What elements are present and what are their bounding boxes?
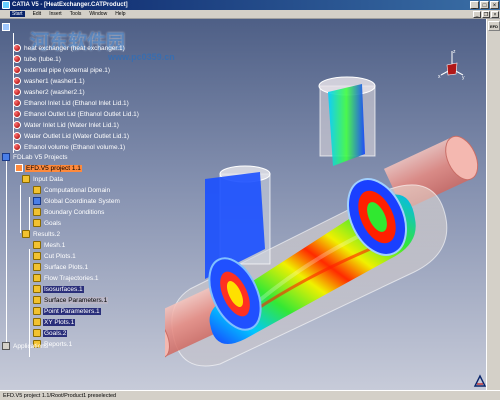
- axis-z-label: z: [453, 49, 456, 55]
- tree-input-global-coordinate-system[interactable]: Global Coordinate System: [33, 196, 121, 206]
- cut-plots-icon: [33, 252, 41, 260]
- specification-tree: heat exchanger (heat exchanger.1) tube (…: [0, 19, 200, 390]
- catia-corner-logo-icon: [473, 374, 486, 387]
- 3d-viewport[interactable]: 河东软件园 www.pc0359.cn z x y heat exchanger…: [0, 19, 486, 390]
- part-icon: [13, 77, 21, 85]
- part-icon: [13, 55, 21, 63]
- domain-icon: [33, 186, 41, 194]
- axis-y-label: y: [462, 75, 465, 81]
- heat-exchanger-model[interactable]: [165, 74, 486, 374]
- part-icon: [13, 88, 21, 96]
- applications-icon: [2, 342, 10, 350]
- compass-axis-widget[interactable]: z x y: [437, 47, 467, 87]
- minimize-button[interactable]: _: [470, 1, 479, 9]
- window-controls: _ □ ×: [470, 1, 499, 9]
- part-icon: [13, 121, 21, 129]
- part-icon: [13, 44, 21, 52]
- tree-part-water-inlet-lid[interactable]: Water Inlet Lid (Water Inlet Lid.1): [13, 120, 120, 130]
- surface-plots-icon: [33, 263, 41, 271]
- mesh-icon: [33, 241, 41, 249]
- catia-app-icon[interactable]: [2, 1, 10, 9]
- menu-help[interactable]: Help: [115, 11, 125, 17]
- tree-result-mesh[interactable]: Mesh.1: [33, 240, 66, 250]
- menu-bar: Start Edit Insert Tools Window Help _ ❐ …: [0, 10, 500, 19]
- tree-root[interactable]: [2, 22, 14, 32]
- project-icon: [15, 164, 23, 172]
- right-toolbar: EFD: [486, 19, 500, 390]
- tree-part-external-pipe[interactable]: external pipe (external pipe.1): [13, 65, 111, 75]
- tree-result-point-parameters[interactable]: Point Parameters.1: [33, 306, 101, 316]
- efd-toolbar-button[interactable]: EFD: [488, 21, 500, 31]
- menu-tools[interactable]: Tools: [70, 11, 82, 17]
- tree-results[interactable]: Results.2: [22, 229, 61, 239]
- surface-parameters-icon: [33, 296, 41, 304]
- menu-window[interactable]: Window: [89, 11, 107, 17]
- document-controls: _ ❐ ×: [473, 11, 499, 18]
- status-text: EFD.V5 project 1.1/Root/Product1 presele…: [3, 392, 117, 399]
- results-folder-icon: [22, 230, 30, 238]
- tree-part-washer1[interactable]: washer1 (washer1.1): [13, 76, 86, 86]
- product-icon: [2, 23, 10, 31]
- axis-x-label: x: [438, 74, 441, 80]
- title-bar: CATIA V5 - [HeatExchanger.CATProduct] _ …: [0, 0, 500, 10]
- tree-connector: [20, 185, 21, 233]
- tree-part-tube[interactable]: tube (tube.1): [13, 54, 62, 64]
- part-icon: [13, 99, 21, 107]
- tree-result-goals[interactable]: Goals.2: [33, 328, 68, 338]
- tree-part-ethanol-volume[interactable]: Ethanol volume (Ethanol volume.1): [13, 142, 126, 152]
- menu-insert[interactable]: Insert: [49, 11, 62, 17]
- tree-applications[interactable]: Applications: [2, 341, 49, 351]
- xy-plots-icon: [33, 318, 41, 326]
- part-icon: [13, 132, 21, 140]
- tree-input-computational-domain[interactable]: Computational Domain: [33, 185, 111, 195]
- goals-icon: [33, 329, 41, 337]
- point-parameters-icon: [33, 307, 41, 315]
- tree-connector: [6, 153, 7, 345]
- tree-result-surface-plots[interactable]: Surface Plots.1: [33, 262, 89, 272]
- tree-part-washer2[interactable]: washer2 (washer2.1): [13, 87, 86, 97]
- menu-start[interactable]: Start: [10, 11, 25, 17]
- tree-result-xy-plots[interactable]: XY Plots.1: [33, 317, 76, 327]
- tree-part-ethanol-outlet-lid[interactable]: Ethanol Outlet Lid (Ethanol Outlet Lid.1…: [13, 109, 140, 119]
- goals-icon: [33, 219, 41, 227]
- folder-icon: [22, 175, 30, 183]
- tree-result-surface-parameters[interactable]: Surface Parameters.1: [33, 295, 109, 305]
- isosurfaces-icon: [33, 285, 41, 293]
- tree-result-flow-trajectories[interactable]: Flow Trajectories.1: [33, 273, 100, 283]
- tree-efd-project[interactable]: EFD.V5 project 1.1: [15, 163, 82, 173]
- flow-trajectories-icon: [33, 274, 41, 282]
- tree-input-goals[interactable]: Goals: [33, 218, 62, 228]
- part-icon: [13, 110, 21, 118]
- close-button[interactable]: ×: [490, 1, 499, 9]
- part-icon: [13, 143, 21, 151]
- tree-result-isosurfaces[interactable]: Isosurfaces.1: [33, 284, 84, 294]
- window-title: CATIA V5 - [HeatExchanger.CATProduct]: [12, 2, 128, 8]
- part-icon: [13, 66, 21, 74]
- tree-result-cut-plots[interactable]: Cut Plots.1: [33, 251, 77, 261]
- tree-input-data[interactable]: Input Data: [22, 174, 64, 184]
- tree-part-heat-exchanger[interactable]: heat exchanger (heat exchanger.1): [13, 43, 126, 53]
- tree-efd-projects[interactable]: FDLab V5 Projects: [2, 152, 69, 162]
- status-bar: EFD.V5 project 1.1/Root/Product1 presele…: [0, 390, 500, 400]
- doc-close-button[interactable]: ×: [491, 11, 499, 18]
- boundary-conditions-icon: [33, 208, 41, 216]
- tree-part-water-outlet-lid[interactable]: Water Outlet Lid (Water Outlet Lid.1): [13, 131, 130, 141]
- menu-edit[interactable]: Edit: [33, 11, 42, 17]
- top-pipe: [318, 76, 376, 166]
- coordinate-system-icon: [33, 197, 41, 205]
- efd-projects-icon: [2, 153, 10, 161]
- tree-input-boundary-conditions[interactable]: Boundary Conditions: [33, 207, 105, 217]
- maximize-button[interactable]: □: [480, 1, 489, 9]
- doc-minimize-button[interactable]: _: [473, 11, 481, 18]
- doc-restore-button[interactable]: ❐: [482, 11, 490, 18]
- tree-part-ethanol-inlet-lid[interactable]: Ethanol Inlet Lid (Ethanol Inlet Lid.1): [13, 98, 130, 108]
